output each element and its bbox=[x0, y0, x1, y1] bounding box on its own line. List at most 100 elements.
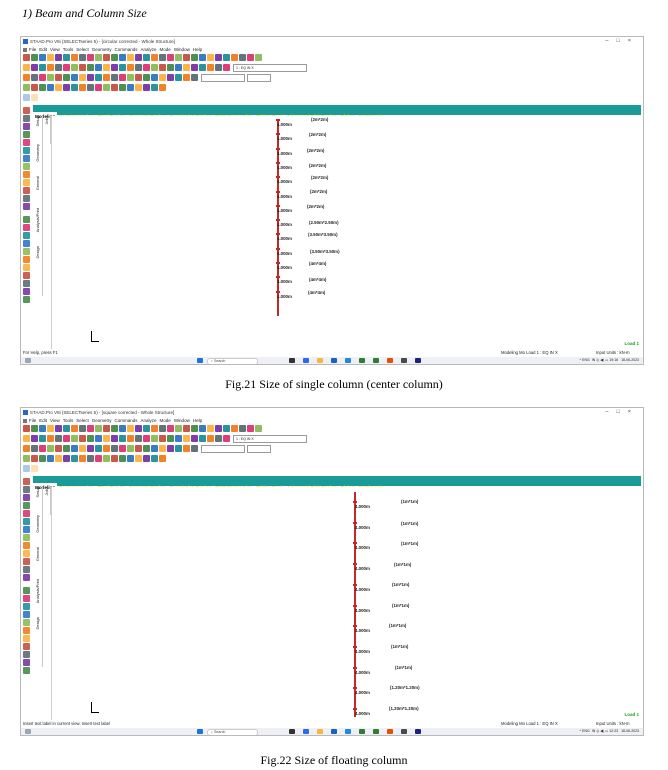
toolbar-button[interactable] bbox=[151, 435, 158, 442]
load-case-combo[interactable]: 1 : EQ IN X bbox=[233, 435, 307, 443]
side-tool-button[interactable] bbox=[23, 131, 30, 138]
node-marker[interactable] bbox=[353, 563, 357, 566]
toolbar-button[interactable] bbox=[127, 54, 134, 61]
taskbar-app-icon[interactable] bbox=[289, 729, 295, 734]
menu-item-geometry[interactable]: Geometry bbox=[92, 418, 112, 423]
clock-time[interactable]: 12:23 bbox=[609, 729, 618, 733]
menu-item-select[interactable]: Select bbox=[76, 418, 89, 423]
toolbar-button[interactable] bbox=[111, 455, 118, 462]
close-icon[interactable]: × bbox=[628, 409, 639, 415]
toolbar-button[interactable] bbox=[127, 445, 134, 452]
toolbar-button[interactable] bbox=[151, 64, 158, 71]
toolbar-button[interactable] bbox=[47, 445, 54, 452]
toolbar-button[interactable] bbox=[79, 445, 86, 452]
toolbar-button[interactable] bbox=[103, 74, 110, 81]
toolbar-button[interactable] bbox=[47, 84, 54, 91]
toolbar-button[interactable] bbox=[63, 64, 70, 71]
toolbar-button[interactable] bbox=[55, 445, 62, 452]
menu-item-file[interactable]: File bbox=[29, 418, 36, 423]
taskbar-app-icon[interactable] bbox=[317, 358, 323, 363]
side-tool-button[interactable] bbox=[23, 595, 30, 602]
toolbar-button[interactable] bbox=[95, 54, 102, 61]
side-tool-button[interactable] bbox=[23, 611, 30, 618]
side-tool-button[interactable] bbox=[23, 115, 30, 122]
windows-start-icon[interactable] bbox=[197, 729, 203, 734]
side-tab-general[interactable]: General bbox=[35, 176, 42, 190]
side-tool-button[interactable] bbox=[23, 574, 30, 581]
toolbar-button[interactable] bbox=[191, 74, 198, 81]
toolbar-button[interactable] bbox=[31, 445, 38, 452]
toolbar-button[interactable] bbox=[31, 64, 38, 71]
toolbar-button[interactable] bbox=[103, 435, 110, 442]
toolbar-button[interactable] bbox=[47, 74, 54, 81]
zoom-combo[interactable] bbox=[247, 445, 271, 453]
toolbar-button[interactable] bbox=[119, 455, 126, 462]
toolbar-button[interactable] bbox=[79, 425, 86, 432]
toolbar-button[interactable] bbox=[63, 445, 70, 452]
toolbar-button[interactable] bbox=[31, 435, 38, 442]
taskbar-app-icon[interactable] bbox=[359, 358, 365, 363]
toolbar-button[interactable] bbox=[23, 74, 30, 81]
toolbar-button[interactable] bbox=[23, 64, 30, 71]
toolbar-button[interactable] bbox=[143, 435, 150, 442]
toolbar-button[interactable] bbox=[231, 425, 238, 432]
toolbar-button[interactable] bbox=[135, 445, 142, 452]
side-tool-button[interactable] bbox=[23, 224, 30, 231]
side-tool-button[interactable] bbox=[23, 542, 30, 549]
node-marker[interactable] bbox=[276, 190, 280, 193]
node-marker[interactable] bbox=[276, 262, 280, 264]
node-marker[interactable] bbox=[353, 501, 357, 503]
view-combo[interactable] bbox=[201, 74, 245, 82]
toolbar-button[interactable] bbox=[63, 435, 70, 442]
menu-item-help[interactable]: Help bbox=[193, 418, 202, 423]
side-tool-button[interactable] bbox=[23, 139, 30, 146]
toolbar-button[interactable] bbox=[23, 455, 30, 462]
toolbar-button[interactable] bbox=[143, 445, 150, 452]
toolbar-button[interactable] bbox=[175, 435, 182, 442]
side-tab-geometry[interactable]: Geometry bbox=[35, 144, 42, 162]
toolbar-button[interactable] bbox=[199, 54, 206, 61]
toolbar-button[interactable] bbox=[191, 425, 198, 432]
toolbar-button[interactable] bbox=[47, 54, 54, 61]
toolbar-button[interactable] bbox=[215, 54, 222, 61]
toolbar-button[interactable] bbox=[63, 425, 70, 432]
toolbar-button[interactable] bbox=[87, 74, 94, 81]
side-tool-button[interactable] bbox=[23, 147, 30, 154]
side-tool-button[interactable] bbox=[23, 486, 30, 493]
menu-item-window[interactable]: Window bbox=[174, 418, 190, 423]
side-tool-button[interactable] bbox=[23, 510, 30, 517]
side-tool-button[interactable] bbox=[23, 534, 30, 541]
toolbar-button[interactable] bbox=[151, 445, 158, 452]
node-marker[interactable] bbox=[276, 204, 280, 207]
toolbar-button[interactable] bbox=[239, 54, 246, 61]
side-tab-job[interactable]: Job bbox=[44, 118, 51, 124]
toolbar-button[interactable] bbox=[31, 74, 38, 81]
toolbar-button[interactable] bbox=[215, 64, 222, 71]
toolbar-button[interactable] bbox=[119, 64, 126, 71]
menu-item-analyze[interactable]: Analyze bbox=[141, 47, 157, 52]
toolbar-button[interactable] bbox=[87, 445, 94, 452]
node-marker[interactable] bbox=[353, 708, 357, 710]
side-tab-job[interactable]: Job bbox=[44, 489, 51, 495]
toolbar-button[interactable] bbox=[55, 74, 62, 81]
toolbar-button[interactable] bbox=[183, 435, 190, 442]
toolbar-button[interactable] bbox=[119, 445, 126, 452]
toolbar-button[interactable] bbox=[103, 425, 110, 432]
search-box[interactable]: ⌕ Search bbox=[207, 729, 258, 735]
toolbar-button[interactable] bbox=[23, 84, 30, 91]
toolbar-button[interactable] bbox=[111, 64, 118, 71]
toolbar-button[interactable] bbox=[47, 435, 54, 442]
side-tool-button[interactable] bbox=[23, 502, 30, 509]
node-marker[interactable] bbox=[276, 219, 280, 222]
toolbar-button[interactable] bbox=[167, 425, 174, 432]
side-tool-button[interactable] bbox=[23, 264, 30, 271]
toolbar-button[interactable] bbox=[71, 54, 78, 61]
taskbar-app-icon[interactable] bbox=[345, 729, 351, 734]
clock-time[interactable]: 19:16 bbox=[609, 358, 618, 362]
toolbar-button[interactable] bbox=[207, 54, 214, 61]
node-marker[interactable] bbox=[276, 233, 280, 236]
toolbar-button[interactable] bbox=[231, 54, 238, 61]
toolbar-button[interactable] bbox=[183, 64, 190, 71]
side-tool-button[interactable] bbox=[23, 619, 30, 626]
toolbar-button[interactable] bbox=[63, 54, 70, 61]
